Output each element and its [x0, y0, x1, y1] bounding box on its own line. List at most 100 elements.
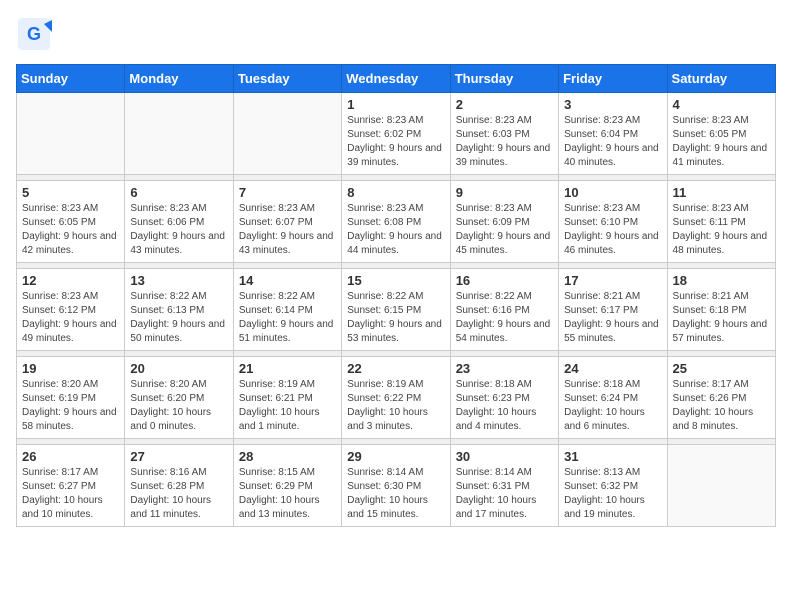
calendar-cell: 5 Sunrise: 8:23 AM Sunset: 6:05 PM Daylig… [17, 181, 125, 263]
day-info: Sunrise: 8:23 AM Sunset: 6:09 PM Dayligh… [456, 202, 553, 258]
day-info: Sunrise: 8:22 AM Sunset: 6:14 PM Dayligh… [239, 290, 336, 346]
day-number: 21 [239, 361, 336, 376]
day-info: Sunrise: 8:15 AM Sunset: 6:29 PM Dayligh… [239, 466, 336, 522]
day-number: 27 [130, 449, 227, 464]
calendar-cell: 1 Sunrise: 8:23 AM Sunset: 6:02 PM Daylig… [342, 93, 450, 175]
logo-icon: G [16, 16, 52, 52]
day-number: 10 [564, 185, 661, 200]
day-info: Sunrise: 8:23 AM Sunset: 6:05 PM Dayligh… [673, 114, 770, 170]
day-number: 19 [22, 361, 119, 376]
calendar-cell [667, 445, 775, 527]
day-info: Sunrise: 8:23 AM Sunset: 6:04 PM Dayligh… [564, 114, 661, 170]
day-info: Sunrise: 8:23 AM Sunset: 6:02 PM Dayligh… [347, 114, 444, 170]
day-number: 5 [22, 185, 119, 200]
calendar-cell: 27 Sunrise: 8:16 AM Sunset: 6:28 PM Dayli… [125, 445, 233, 527]
calendar-cell: 8Sunrise: 8:23 AM Sunset: 6:08 PM Daylig… [342, 181, 450, 263]
calendar-week-row: 5 Sunrise: 8:23 AM Sunset: 6:05 PM Daylig… [17, 181, 776, 263]
day-number: 17 [564, 273, 661, 288]
calendar-header-row: SundayMondayTuesdayWednesdayThursdayFrid… [17, 65, 776, 93]
calendar-cell: 13Sunrise: 8:22 AM Sunset: 6:13 PM Dayli… [125, 269, 233, 351]
calendar-cell: 25Sunrise: 8:17 AM Sunset: 6:26 PM Dayli… [667, 357, 775, 439]
day-number: 22 [347, 361, 444, 376]
calendar-cell: 21 Sunrise: 8:19 AM Sunset: 6:21 PM Dayli… [233, 357, 341, 439]
header-friday: Friday [559, 65, 667, 93]
calendar-cell: 20 Sunrise: 8:20 AM Sunset: 6:20 PM Dayli… [125, 357, 233, 439]
day-number: 30 [456, 449, 553, 464]
day-number: 13 [130, 273, 227, 288]
day-number: 29 [347, 449, 444, 464]
day-info: Sunrise: 8:23 AM Sunset: 6:03 PM Dayligh… [456, 114, 553, 170]
calendar-cell: 3 Sunrise: 8:23 AM Sunset: 6:04 PM Daylig… [559, 93, 667, 175]
calendar-cell: 10 Sunrise: 8:23 AM Sunset: 6:10 PM Dayli… [559, 181, 667, 263]
day-info: Sunrise: 8:23 AM Sunset: 6:05 PM Dayligh… [22, 202, 119, 258]
calendar-cell: 16 Sunrise: 8:22 AM Sunset: 6:16 PM Dayli… [450, 269, 558, 351]
calendar-cell: 7Sunrise: 8:23 AM Sunset: 6:07 PM Daylig… [233, 181, 341, 263]
day-info: Sunrise: 8:20 AM Sunset: 6:20 PM Dayligh… [130, 378, 227, 434]
day-info: Sunrise: 8:19 AM Sunset: 6:22 PM Dayligh… [347, 378, 444, 434]
calendar-week-row: 26 Sunrise: 8:17 AM Sunset: 6:27 PM Dayli… [17, 445, 776, 527]
header-thursday: Thursday [450, 65, 558, 93]
calendar-week-row: 19 Sunrise: 8:20 AM Sunset: 6:19 PM Dayli… [17, 357, 776, 439]
page-header: G [16, 16, 776, 52]
day-number: 24 [564, 361, 661, 376]
day-number: 28 [239, 449, 336, 464]
header-tuesday: Tuesday [233, 65, 341, 93]
calendar-week-row: 1 Sunrise: 8:23 AM Sunset: 6:02 PM Daylig… [17, 93, 776, 175]
calendar-cell [233, 93, 341, 175]
day-number: 26 [22, 449, 119, 464]
day-number: 18 [673, 273, 770, 288]
calendar-cell: 12 Sunrise: 8:23 AM Sunset: 6:12 PM Dayli… [17, 269, 125, 351]
calendar-cell: 4Sunrise: 8:23 AM Sunset: 6:05 PM Daylig… [667, 93, 775, 175]
calendar-cell: 30 Sunrise: 8:14 AM Sunset: 6:31 PM Dayli… [450, 445, 558, 527]
calendar-cell: 9 Sunrise: 8:23 AM Sunset: 6:09 PM Daylig… [450, 181, 558, 263]
day-number: 11 [673, 185, 770, 200]
day-number: 2 [456, 97, 553, 112]
day-info: Sunrise: 8:23 AM Sunset: 6:12 PM Dayligh… [22, 290, 119, 346]
day-info: Sunrise: 8:18 AM Sunset: 6:23 PM Dayligh… [456, 378, 553, 434]
day-number: 23 [456, 361, 553, 376]
calendar-cell: 15 Sunrise: 8:22 AM Sunset: 6:15 PM Dayli… [342, 269, 450, 351]
day-info: Sunrise: 8:14 AM Sunset: 6:31 PM Dayligh… [456, 466, 553, 522]
calendar-cell: 28 Sunrise: 8:15 AM Sunset: 6:29 PM Dayli… [233, 445, 341, 527]
day-number: 3 [564, 97, 661, 112]
calendar-cell: 24Sunrise: 8:18 AM Sunset: 6:24 PM Dayli… [559, 357, 667, 439]
day-number: 9 [456, 185, 553, 200]
day-info: Sunrise: 8:23 AM Sunset: 6:07 PM Dayligh… [239, 202, 336, 258]
day-info: Sunrise: 8:23 AM Sunset: 6:11 PM Dayligh… [673, 202, 770, 258]
svg-text:G: G [27, 24, 41, 44]
calendar-cell: 31 Sunrise: 8:13 AM Sunset: 6:32 PM Dayli… [559, 445, 667, 527]
day-info: Sunrise: 8:23 AM Sunset: 6:06 PM Dayligh… [130, 202, 227, 258]
day-number: 15 [347, 273, 444, 288]
day-number: 25 [673, 361, 770, 376]
calendar-cell: 26 Sunrise: 8:17 AM Sunset: 6:27 PM Dayli… [17, 445, 125, 527]
day-number: 1 [347, 97, 444, 112]
day-info: Sunrise: 8:23 AM Sunset: 6:10 PM Dayligh… [564, 202, 661, 258]
calendar-cell [17, 93, 125, 175]
day-info: Sunrise: 8:13 AM Sunset: 6:32 PM Dayligh… [564, 466, 661, 522]
calendar-cell: 29Sunrise: 8:14 AM Sunset: 6:30 PM Dayli… [342, 445, 450, 527]
day-number: 20 [130, 361, 227, 376]
day-info: Sunrise: 8:21 AM Sunset: 6:17 PM Dayligh… [564, 290, 661, 346]
day-number: 12 [22, 273, 119, 288]
calendar-week-row: 12 Sunrise: 8:23 AM Sunset: 6:12 PM Dayli… [17, 269, 776, 351]
day-info: Sunrise: 8:22 AM Sunset: 6:15 PM Dayligh… [347, 290, 444, 346]
day-info: Sunrise: 8:19 AM Sunset: 6:21 PM Dayligh… [239, 378, 336, 434]
calendar-cell: 22 Sunrise: 8:19 AM Sunset: 6:22 PM Dayli… [342, 357, 450, 439]
day-info: Sunrise: 8:16 AM Sunset: 6:28 PM Dayligh… [130, 466, 227, 522]
day-info: Sunrise: 8:21 AM Sunset: 6:18 PM Dayligh… [673, 290, 770, 346]
header-saturday: Saturday [667, 65, 775, 93]
header-monday: Monday [125, 65, 233, 93]
day-info: Sunrise: 8:20 AM Sunset: 6:19 PM Dayligh… [22, 378, 119, 434]
day-info: Sunrise: 8:17 AM Sunset: 6:27 PM Dayligh… [22, 466, 119, 522]
day-info: Sunrise: 8:23 AM Sunset: 6:08 PM Dayligh… [347, 202, 444, 258]
calendar-cell: 19 Sunrise: 8:20 AM Sunset: 6:19 PM Dayli… [17, 357, 125, 439]
calendar-cell: 11 Sunrise: 8:23 AM Sunset: 6:11 PM Dayli… [667, 181, 775, 263]
day-info: Sunrise: 8:22 AM Sunset: 6:16 PM Dayligh… [456, 290, 553, 346]
calendar-table: SundayMondayTuesdayWednesdayThursdayFrid… [16, 64, 776, 527]
day-number: 16 [456, 273, 553, 288]
calendar-cell: 17 Sunrise: 8:21 AM Sunset: 6:17 PM Dayli… [559, 269, 667, 351]
calendar-cell: 18 Sunrise: 8:21 AM Sunset: 6:18 PM Dayli… [667, 269, 775, 351]
day-number: 6 [130, 185, 227, 200]
day-number: 31 [564, 449, 661, 464]
calendar-cell: 14Sunrise: 8:22 AM Sunset: 6:14 PM Dayli… [233, 269, 341, 351]
